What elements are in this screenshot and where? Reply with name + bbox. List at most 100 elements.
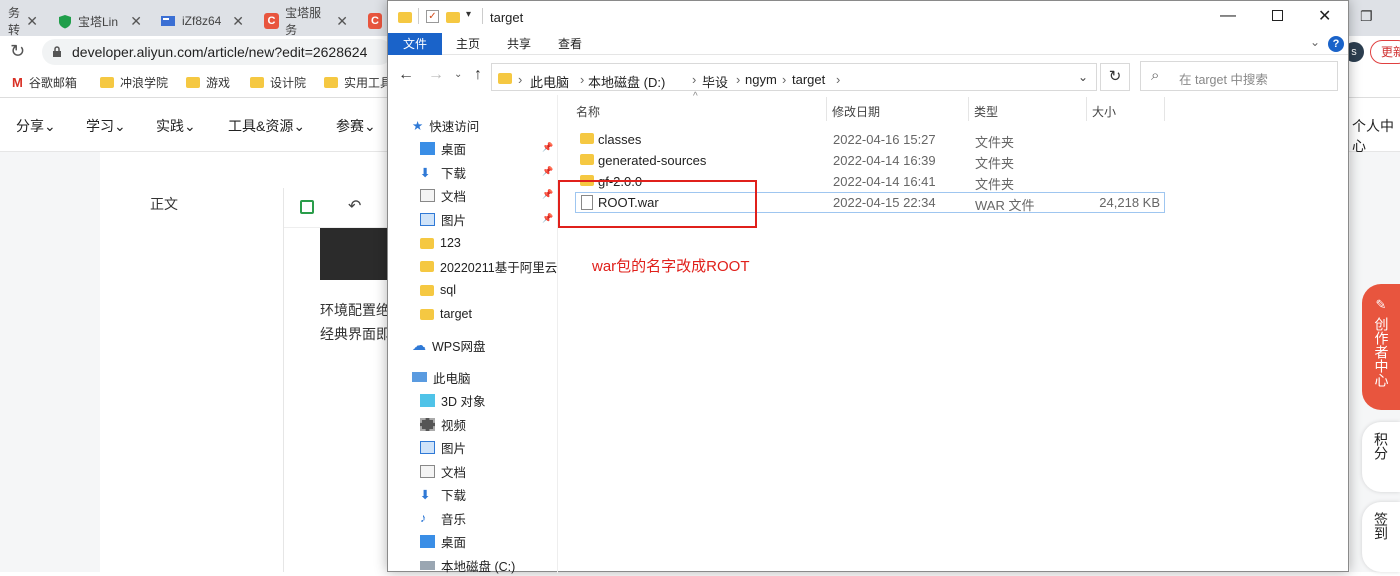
folder-icon <box>186 77 200 88</box>
forward-icon[interactable]: → <box>428 66 444 84</box>
close-icon[interactable]: ✕ <box>26 13 38 30</box>
sidebar-item-documents[interactable]: 文档 <box>420 184 466 206</box>
breadcrumb-item[interactable]: target <box>792 72 825 87</box>
url-field[interactable]: developer.aliyun.com/article/new?edit=26… <box>42 39 392 65</box>
bookmark-item[interactable]: 设计院 <box>250 74 306 91</box>
bookmark-item[interactable]: M 谷歌邮箱 <box>12 74 77 91</box>
nav-label: 分享 <box>16 118 44 134</box>
sidebar-item-this-pc[interactable]: 此电脑 <box>412 366 471 388</box>
chevron-down-icon[interactable]: ⌄ <box>1310 35 1320 49</box>
nav-share[interactable]: 分享⌄ <box>16 116 56 136</box>
nav-learn[interactable]: 学习⌄ <box>86 116 126 136</box>
column-header-date[interactable]: 修改日期 <box>832 103 880 120</box>
sidebar-item-folder[interactable]: 123 <box>420 232 461 254</box>
sidebar-item-downloads[interactable]: ⬇ 下载 <box>420 161 466 183</box>
sidebar-item-desktop[interactable]: 桌面 <box>420 530 466 552</box>
tab-view[interactable]: 查看 <box>558 33 582 55</box>
user-center-link[interactable]: 个人中心 <box>1352 116 1400 156</box>
sidebar-item-documents[interactable]: 文档 <box>420 460 466 482</box>
up-icon[interactable]: ↑ <box>474 66 482 84</box>
nav-practice[interactable]: 实践⌄ <box>156 116 196 136</box>
sidebar-item-label: 视频 <box>441 418 467 433</box>
sidebar-item-wps[interactable]: ☁ WPS网盘 <box>412 334 485 356</box>
pin-icon[interactable]: 📌 <box>542 166 553 177</box>
divider <box>968 97 969 121</box>
disk-icon <box>420 560 435 570</box>
column-header-type[interactable]: 类型 <box>974 103 998 120</box>
sidebar-item-folder[interactable]: sql <box>420 279 456 301</box>
divider <box>1086 97 1087 121</box>
bookmark-item[interactable]: 实用工具 <box>324 74 392 91</box>
pin-icon[interactable]: 📌 <box>542 213 553 224</box>
creator-center-button[interactable]: ✎ 创作者中心 <box>1362 284 1400 410</box>
browser-tab[interactable]: 宝塔Lin ✕ <box>50 6 150 36</box>
chevron-down-icon[interactable]: ⌄ <box>1078 70 1088 84</box>
tab-label: 宝塔Lin <box>78 14 119 29</box>
nav-compete[interactable]: 参赛⌄ <box>336 116 376 136</box>
column-header-size[interactable]: 大小 <box>1092 103 1116 120</box>
music-icon: ♪ <box>420 511 427 525</box>
sidebar-item-pictures[interactable]: 图片 <box>420 436 466 458</box>
breadcrumb-item[interactable]: 毕设 <box>702 72 728 91</box>
column-header-name[interactable]: 名称 <box>576 103 600 120</box>
annotation-text: war包的名字改成ROOT <box>592 258 750 275</box>
pin-icon[interactable]: 📌 <box>542 189 553 200</box>
search-input[interactable]: ⌕ 在 target 中搜索 <box>1140 61 1338 91</box>
nav-tools[interactable]: 工具&资源⌄ <box>228 116 305 136</box>
folder-icon <box>250 77 264 88</box>
new-folder-icon[interactable] <box>446 11 460 26</box>
sidebar-item-folder[interactable]: target <box>420 303 472 325</box>
tab-file[interactable]: 文件 <box>388 33 442 55</box>
sidebar-item-desktop[interactable]: 桌面 <box>420 137 466 159</box>
file-type: WAR 文件 <box>975 198 1035 213</box>
sidebar-item-quick-access[interactable]: ★ 快速访问 <box>412 114 479 136</box>
help-icon[interactable]: ? <box>1328 36 1344 52</box>
breadcrumb-item[interactable]: ngym <box>745 72 777 87</box>
sidebar-item-music[interactable]: ♪ 音乐 <box>420 507 466 529</box>
minimize-icon[interactable]: — <box>1220 7 1236 25</box>
restore-icon[interactable]: ❐ <box>1360 8 1373 25</box>
bookmark-item[interactable]: 冲浪学院 <box>100 74 168 91</box>
table-row[interactable]: generated-sources 2022-04-14 16:39 文件夹 <box>575 150 1165 171</box>
sidebar-item-3d[interactable]: 3D 对象 <box>420 389 485 411</box>
sidebar-item-folder[interactable]: 20220211基于阿里云 <box>420 255 560 277</box>
breadcrumb-item[interactable]: 本地磁盘 (D:) <box>588 72 665 91</box>
insert-icon[interactable] <box>300 200 314 214</box>
bookmark-item[interactable]: 游戏 <box>186 74 230 91</box>
sidebar-item-label: sql <box>440 283 456 297</box>
table-row[interactable]: classes 2022-04-16 15:27 文件夹 <box>575 129 1165 150</box>
refresh-button[interactable]: ↻ <box>1100 63 1130 91</box>
chevron-right-icon: › <box>782 72 787 87</box>
close-icon[interactable]: ✕ <box>232 13 244 30</box>
tab-share[interactable]: 共享 <box>507 33 531 55</box>
maximize-icon[interactable] <box>1272 10 1283 21</box>
update-button[interactable]: 更新 <box>1370 40 1400 64</box>
editor-area[interactable]: ↶ 环境配置绝 经典界面即 <box>283 188 394 572</box>
sidebar-item-pictures[interactable]: 图片 <box>420 208 466 230</box>
properties-icon[interactable]: ✓ <box>426 10 439 23</box>
folder-icon <box>498 72 512 87</box>
browser-tab[interactable]: C 宝塔服务 ✕ <box>256 6 356 37</box>
chevron-down-icon[interactable]: ▾ <box>466 9 471 20</box>
undo-icon[interactable]: ↶ <box>348 196 361 216</box>
chevron-down-icon[interactable]: ⌄ <box>454 69 462 80</box>
close-icon[interactable]: ✕ <box>130 13 142 30</box>
folder-icon <box>420 260 434 272</box>
back-icon[interactable]: ← <box>398 66 414 84</box>
browser-tab[interactable]: iZf8z64 ✕ <box>152 6 252 36</box>
refresh-icon[interactable]: ↻ <box>10 41 25 62</box>
sidebar-item-downloads[interactable]: ⬇ 下载 <box>420 483 466 505</box>
address-field[interactable]: › 此电脑 › 本地磁盘 (D:) › 毕设 › ngym › target ›… <box>491 63 1097 91</box>
points-button[interactable]: 积分 <box>1362 422 1400 492</box>
close-icon[interactable]: ✕ <box>1318 6 1331 26</box>
chevron-down-icon: ⌄ <box>184 118 196 134</box>
browser-tab[interactable]: 务转 ✕ <box>0 6 46 37</box>
breadcrumb-item[interactable]: 此电脑 <box>530 72 569 91</box>
pin-icon[interactable]: 📌 <box>542 142 553 153</box>
browser-tab[interactable]: C <box>360 6 390 36</box>
tab-home[interactable]: 主页 <box>456 33 480 55</box>
checkin-button[interactable]: 签到 <box>1362 502 1400 572</box>
close-icon[interactable]: ✕ <box>336 13 348 30</box>
sidebar-item-videos[interactable]: 视频 <box>420 413 466 435</box>
sidebar-item-disk-c[interactable]: 本地磁盘 (C:) <box>420 554 515 576</box>
